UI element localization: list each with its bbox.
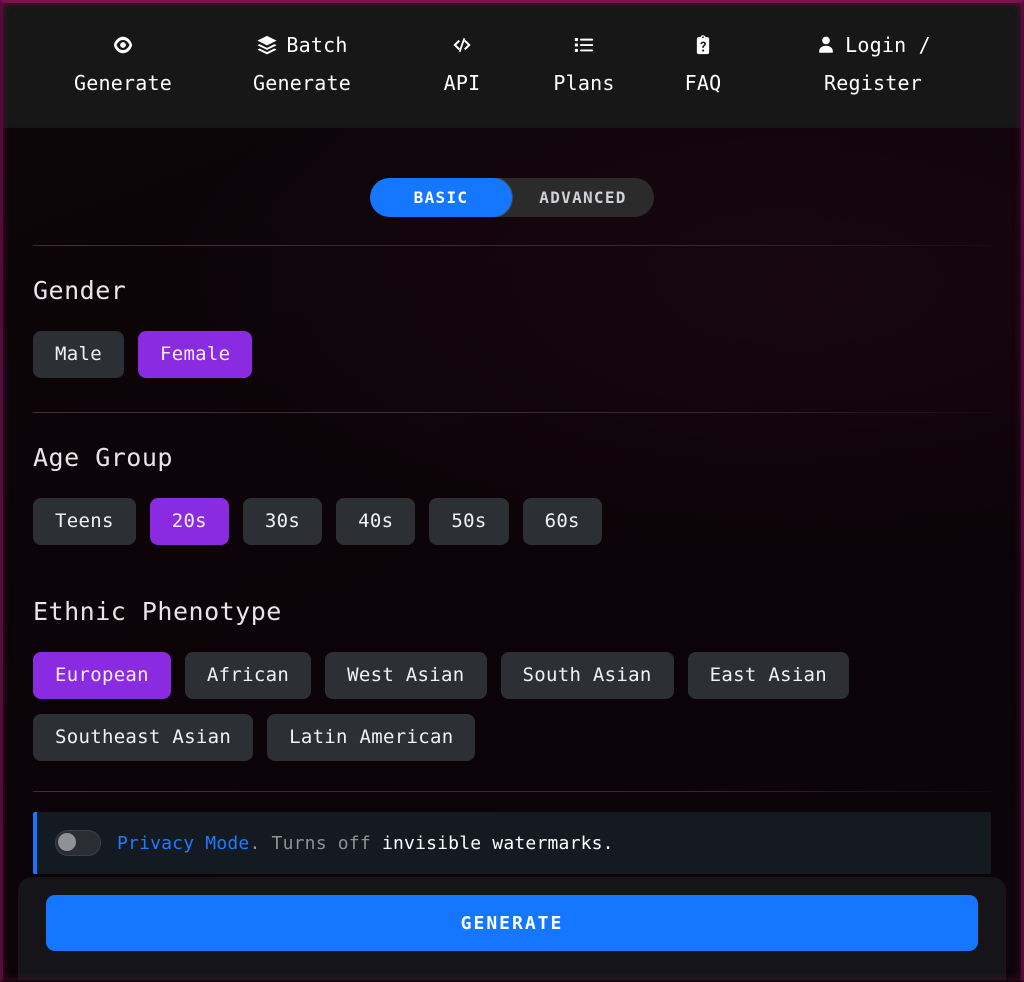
generate-button[interactable]: GENERATE [46,895,978,951]
nav-item-plans-label: Plans [553,71,615,95]
nav-item-api-label: API [443,71,481,95]
nav-login-top-row: Login / [768,26,978,64]
nav-plans-top-row [524,26,644,64]
nav-item-login-register[interactable]: Login / Register [768,26,978,102]
eye-icon [112,34,134,56]
nav-item-login-top-label: Login / [845,33,931,57]
ethnic-option-southeast-asian[interactable]: Southeast Asian [33,714,254,761]
nav-api-top-row [402,26,522,64]
nav-item-faq-label: FAQ [684,71,722,95]
nav-item-faq[interactable]: FAQ [648,26,758,102]
privacy-mode-toggle[interactable] [55,830,101,856]
ethnic-phenotype-title: Ethnic Phenotype [33,597,282,626]
user-icon [815,34,837,56]
layers-icon [256,34,278,56]
app-window: Generate Batch Generate API Plans FAQ Lo… [0,0,1024,982]
tab-advanced[interactable]: ADVANCED [512,178,654,217]
privacy-mode-desc-muted: Turns off [271,832,371,854]
age-option-50s[interactable]: 50s [429,498,509,545]
privacy-mode-punct: . [249,832,261,854]
nav-item-batch-generate[interactable]: Batch Generate [212,26,392,102]
section-age-group: Age Group Teens 20s 30s 40s 50s 60s [33,413,991,575]
ethnic-option-west-asian[interactable]: West Asian [325,652,487,699]
age-option-40s[interactable]: 40s [336,498,416,545]
nav-faq-top-row [648,26,758,64]
ethnic-option-european[interactable]: European [33,652,171,699]
code-icon [451,34,473,56]
privacy-mode-text: Privacy Mode. Turns off invisible waterm… [117,833,614,854]
age-group-title: Age Group [33,443,173,472]
age-group-options: Teens 20s 30s 40s 50s 60s [33,498,991,545]
toggle-knob [58,833,76,851]
nav-item-batch-generate-label: Generate [253,71,351,95]
nav-item-batch-top-label: Batch [286,33,348,57]
ethnic-option-african[interactable]: African [184,652,312,699]
gender-option-female[interactable]: Female [137,331,253,378]
mode-tabs: BASIC ADVANCED [370,178,654,217]
gender-title: Gender [33,276,127,305]
nav-item-generate-label: Generate [74,71,172,95]
section-gender: Gender Male Female [33,246,991,412]
nav-generate-top-row [44,26,202,64]
gender-option-male[interactable]: Male [33,331,124,378]
age-option-60s[interactable]: 60s [522,498,602,545]
age-option-30s[interactable]: 30s [242,498,323,545]
top-navigation-bar: Generate Batch Generate API Plans FAQ Lo… [0,0,1024,128]
nav-list: Generate Batch Generate API Plans FAQ Lo… [14,0,1010,102]
nav-batch-top-row: Batch [212,26,392,64]
section-ethnic-phenotype: Ethnic Phenotype European African West A… [33,575,991,791]
nav-item-plans[interactable]: Plans [524,26,644,102]
footer-bar: GENERATE [18,877,1006,982]
age-option-20s[interactable]: 20s [149,498,229,545]
privacy-mode-desc-strong: invisible watermarks. [381,832,614,854]
nav-item-register-label: Register [824,71,922,95]
gender-options: Male Female [33,331,991,378]
ethnic-phenotype-options: European African West Asian South Asian … [33,652,991,761]
ethnic-option-latin-american[interactable]: Latin American [267,714,476,761]
privacy-mode-label: Privacy Mode [117,832,250,854]
nav-item-generate[interactable]: Generate [44,26,202,102]
divider-ethnic-privacy [33,791,991,792]
list-icon [573,34,595,56]
tab-basic[interactable]: BASIC [370,178,512,217]
ethnic-option-south-asian[interactable]: South Asian [500,652,674,699]
main-content: BASIC ADVANCED Gender Male Female Age Gr… [0,128,1024,982]
nav-item-api[interactable]: API [402,26,522,102]
privacy-mode-banner: Privacy Mode. Turns off invisible waterm… [33,812,991,874]
clipboard-question-icon [692,34,714,56]
mode-tabs-container: BASIC ADVANCED [33,128,991,245]
ethnic-option-east-asian[interactable]: East Asian [687,652,850,699]
age-option-teens[interactable]: Teens [33,498,136,545]
